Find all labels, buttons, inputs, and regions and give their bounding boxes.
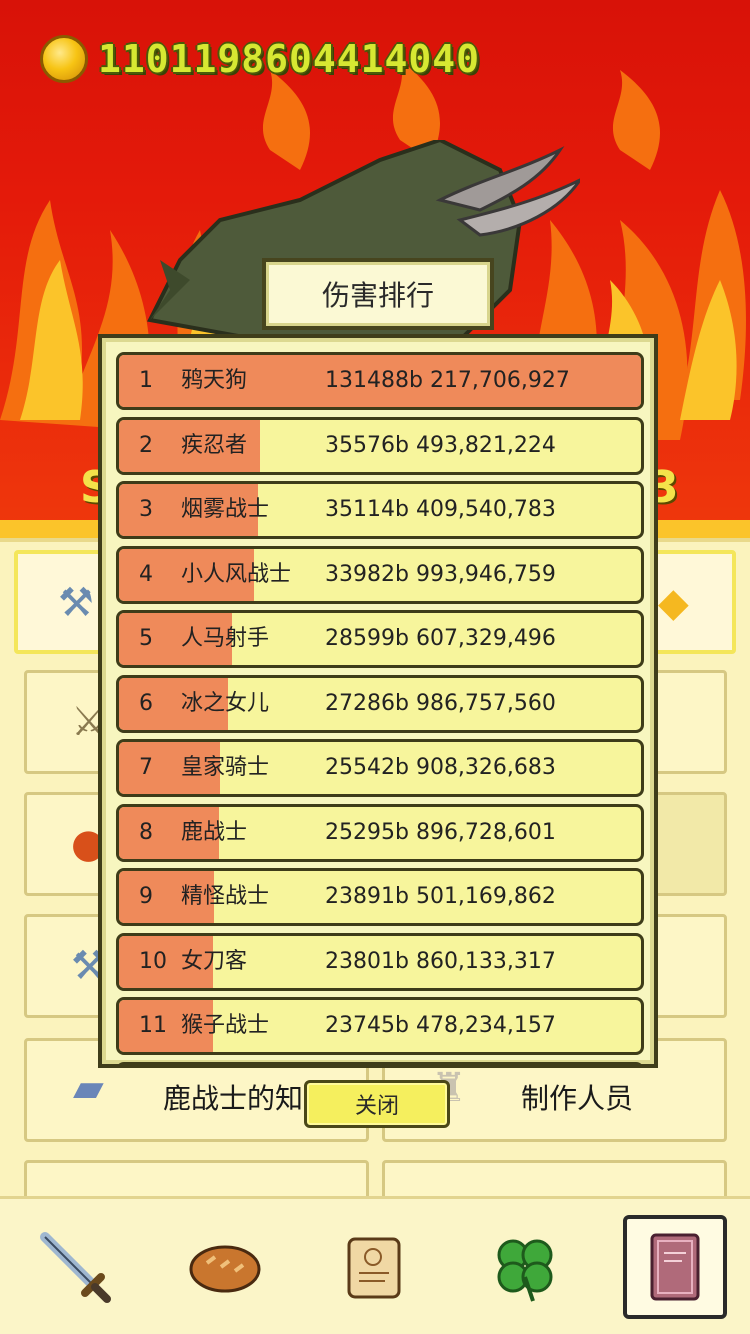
damage-value: 33982b 993,946,759	[325, 561, 556, 587]
rank-number: 11	[139, 1013, 167, 1038]
rank-row[interactable]: 4 小人风战士 33982b 993,946,759	[116, 545, 644, 604]
rank-row[interactable]: 5 人马射手 28599b 607,329,496	[116, 610, 644, 668]
rank-row[interactable]: 9 精怪战士 23891b 501,169,862	[116, 868, 644, 926]
damage-ranking-modal: 1 鸦天狗 131488b 217,706,927 2 疾忍者 35576b 493,82…	[98, 334, 658, 1068]
rank-number: 4	[139, 561, 153, 587]
hero-name: 烟雾战士	[181, 497, 270, 522]
rank-row[interactable]: 3 烟雾战士 35114b 409,540,783	[116, 481, 644, 539]
sword-icon	[40, 1231, 111, 1303]
hero-name: 女刀客	[181, 948, 248, 974]
damage-value: 35114b 409,540,783	[325, 497, 556, 522]
clover-icon	[497, 1239, 553, 1302]
damage-value: 23745b 478,234,157	[325, 1013, 556, 1038]
rank-number: 10	[139, 948, 167, 974]
rank-row[interactable]: 11 猴子战士 23745b 478,234,157	[116, 997, 644, 1055]
modal-title: 伤害排行	[262, 258, 494, 330]
axe-icon: ⚒	[58, 580, 94, 626]
nav-quests[interactable]	[323, 1215, 427, 1319]
rank-number: 3	[139, 497, 153, 522]
hero-name: 疾忍者	[181, 432, 248, 458]
rank-row[interactable]: 10 女刀客 23801b 860,133,317	[116, 932, 644, 991]
rank-number: 8	[139, 819, 153, 845]
rank-number: 1	[139, 368, 153, 393]
bread-icon	[189, 1245, 261, 1292]
hero-name: 鹿战士	[181, 819, 248, 845]
rank-row[interactable]: 2 疾忍者 35576b 493,821,224	[116, 416, 644, 475]
rank-row-partial	[116, 1061, 644, 1069]
hero-name: 皇家骑士	[181, 755, 270, 780]
bottom-nav	[0, 1196, 750, 1334]
rank-number: 7	[139, 755, 153, 780]
hero-name: 鸦天狗	[181, 368, 248, 393]
damage-bar-fill	[119, 1065, 213, 1069]
damage-value: 131488b 217,706,927	[325, 368, 570, 393]
close-button[interactable]: 关闭	[304, 1080, 450, 1128]
gold-coin-icon	[40, 35, 88, 83]
rank-row[interactable]: 6 冰之女儿 27286b 986,757,560	[116, 674, 644, 733]
damage-value: 23891b 501,169,862	[325, 884, 556, 909]
rank-number: 5	[139, 626, 153, 651]
rank-row[interactable]: 1 鸦天狗 131488b 217,706,927	[116, 352, 644, 410]
rank-row[interactable]: 7 皇家骑士 25542b 908,326,683	[116, 739, 644, 797]
rank-number: 6	[139, 690, 153, 716]
nav-luck[interactable]	[473, 1215, 577, 1319]
hero-name: 冰之女儿	[181, 690, 270, 716]
ranking-list[interactable]: 1 鸦天狗 131488b 217,706,927 2 疾忍者 35576b 493,82…	[116, 352, 646, 1069]
damage-value: 25542b 908,326,683	[325, 755, 556, 780]
spellbook-icon	[650, 1233, 700, 1300]
menu-label-credits: 制作人员	[521, 1082, 634, 1115]
hero-name: 精怪战士	[181, 884, 270, 909]
hero-name: 人马射手	[181, 626, 270, 651]
scroll-icon	[347, 1237, 401, 1298]
nav-food[interactable]	[173, 1215, 277, 1319]
rank-row[interactable]: 8 鹿战士 25295b 896,728,601	[116, 803, 644, 862]
nav-info[interactable]	[623, 1214, 727, 1319]
coin-amount: 1101198604414040	[98, 37, 481, 81]
hero-name: 小人风战士	[181, 561, 292, 587]
damage-value: 28599b 607,329,496	[325, 626, 556, 651]
rank-number: 2	[139, 432, 153, 458]
damage-value: 23801b 860,133,317	[325, 948, 556, 974]
damage-value: 25295b 896,728,601	[325, 819, 556, 845]
hero-name: 猴子战士	[181, 1013, 270, 1038]
coin-counter: 1101198604414040	[40, 34, 480, 84]
damage-value: 35576b 493,821,224	[325, 432, 556, 458]
cheese-icon: ◆	[658, 580, 689, 626]
book-icon: ▰	[73, 1065, 104, 1111]
rank-number: 9	[139, 884, 153, 909]
damage-value: 27286b 986,757,560	[325, 690, 556, 716]
nav-battle[interactable]	[23, 1215, 127, 1319]
